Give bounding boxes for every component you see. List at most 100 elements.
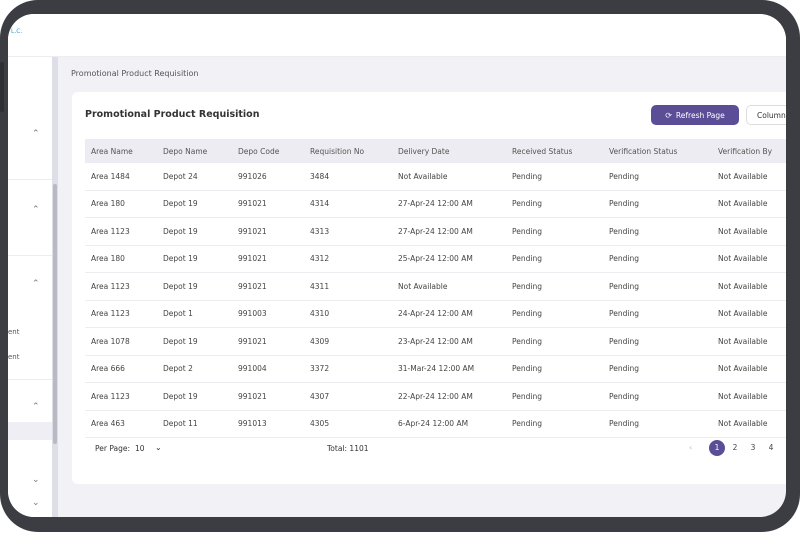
sidebar-divider [8, 255, 54, 256]
table-row[interactable]: Area 180 Depot 19 991021 4312 25-Apr-24 12:0… [85, 245, 786, 273]
chevron-down-icon[interactable]: ⌄ [32, 498, 40, 508]
table-row[interactable]: Area 1078 Depot 19 991021 4309 23-Apr-24 12:… [85, 327, 786, 356]
refresh-page-label: Refresh Page [675, 110, 725, 120]
refresh-page-button[interactable]: ⟳ Refresh Page [651, 105, 739, 125]
requisition-card: Promotional Product Requisition ⟳ Refres… [72, 92, 786, 484]
table-cell: Pending [506, 327, 603, 356]
page-button-4[interactable]: 4 [763, 440, 779, 456]
table-cell: Pending [603, 300, 712, 328]
table-cell: Pending [506, 382, 603, 411]
table-row[interactable]: Area 1123 Depot 1 991003 4310 24-Apr-24 12:0… [85, 300, 786, 328]
chevron-down-icon[interactable]: ⌄ [155, 443, 162, 452]
page-button-1[interactable]: 1 [709, 440, 725, 456]
table-cell: 991021 [232, 327, 304, 356]
screen: L.C. ⌃ ⌃ ⌃ ent ent ⌃ ⌄ ⌄ Promotional Pro… [8, 14, 786, 517]
chevron-up-icon[interactable]: ⌃ [32, 129, 40, 139]
column-header[interactable]: Requisition No [304, 139, 392, 163]
table-cell: 991021 [232, 190, 304, 218]
column-header[interactable]: Depo Name [157, 139, 232, 163]
table-row[interactable]: Area 1123 Depot 19 991021 4307 22-Apr-24 12:… [85, 382, 786, 411]
table-cell: 4314 [304, 190, 392, 218]
chevron-up-icon[interactable]: ⌃ [32, 402, 40, 412]
table-row[interactable]: Area 1123 Depot 19 991021 4311 Not Available… [85, 272, 786, 301]
table-cell: Depot 19 [157, 245, 232, 273]
table-cell: 3372 [304, 355, 392, 383]
table-cell: Area 666 [85, 355, 157, 383]
table-cell: Pending [506, 300, 603, 328]
table-cell: 3484 [304, 163, 392, 191]
per-page-select[interactable]: 10 [135, 444, 145, 453]
table-cell: Pending [603, 410, 712, 438]
table-cell: 991013 [232, 410, 304, 438]
per-page-label: Per Page: [95, 444, 131, 453]
table-cell: 27-Apr-24 12:00 AM [392, 190, 506, 218]
table-cell: Depot 19 [157, 217, 232, 246]
column-header[interactable]: Area Name [85, 139, 157, 163]
table-cell: Area 1123 [85, 272, 157, 301]
column-header[interactable]: Verification Status [603, 139, 712, 163]
column-header[interactable]: Depo Code [232, 139, 304, 163]
table-cell: Area 463 [85, 410, 157, 438]
table-cell: Not Available [712, 190, 786, 218]
table-cell: Pending [603, 327, 712, 356]
table-cell: Depot 11 [157, 410, 232, 438]
chevron-down-icon[interactable]: ⌄ [32, 475, 40, 485]
table-cell: Depot 19 [157, 382, 232, 411]
table-cell: Pending [506, 410, 603, 438]
columns-label: Columns [757, 110, 786, 120]
table-cell: Pending [506, 245, 603, 273]
table-cell: Area 180 [85, 245, 157, 273]
table-cell: Area 1078 [85, 327, 157, 356]
table-cell: Pending [506, 163, 603, 191]
table-cell: Pending [603, 217, 712, 246]
table-cell: Area 1123 [85, 217, 157, 246]
table-cell: Not Available [712, 355, 786, 383]
table-cell: 991021 [232, 382, 304, 411]
requisition-table: Area Name Depo Name Depo Code Requisitio… [85, 139, 786, 438]
table-cell: 22-Apr-24 12:00 AM [392, 382, 506, 411]
sidebar-active-item[interactable] [8, 422, 54, 440]
breadcrumb: Promotional Product Requisition [71, 69, 199, 78]
table-cell: Pending [506, 217, 603, 246]
page-button-2[interactable]: 2 [727, 440, 743, 456]
table-row[interactable]: Area 180 Depot 19 991021 4314 27-Apr-24 12:0… [85, 190, 786, 218]
columns-button[interactable]: Columns [746, 105, 786, 125]
column-header[interactable]: Received Status [506, 139, 603, 163]
table-cell: Pending [603, 190, 712, 218]
table-cell: Pending [506, 190, 603, 218]
table-cell: Area 1123 [85, 300, 157, 328]
table-cell: Area 1484 [85, 163, 157, 191]
column-header[interactable]: Verification By [712, 139, 786, 163]
brand-text[interactable]: L.C. [11, 28, 22, 35]
page-title: Promotional Product Requisition [85, 109, 260, 120]
table-cell: Area 180 [85, 190, 157, 218]
sidebar-item-label[interactable]: ent [8, 328, 20, 336]
table-row[interactable]: Area 463 Depot 11 991013 4305 6-Apr-24 12:00… [85, 410, 786, 438]
column-header[interactable]: Delivery Date [392, 139, 506, 163]
table-cell: 4313 [304, 217, 392, 246]
table-row[interactable]: Area 1123 Depot 19 991021 4313 27-Apr-24 12:… [85, 217, 786, 246]
table-cell: Pending [603, 382, 712, 411]
chevron-up-icon[interactable]: ⌃ [32, 279, 40, 289]
chevron-up-icon[interactable]: ⌃ [32, 205, 40, 215]
tablet-button [55, 0, 100, 5]
sidebar-scroll-thumb[interactable] [53, 184, 57, 444]
table-cell: 4312 [304, 245, 392, 273]
table-cell: Not Available [712, 382, 786, 411]
table-cell: 991026 [232, 163, 304, 191]
previous-page-icon[interactable]: ‹ [689, 443, 692, 452]
sidebar: ⌃ ⌃ ⌃ ent ent ⌃ ⌄ ⌄ [8, 57, 55, 517]
table-cell: 31-Mar-24 12:00 AM [392, 355, 506, 383]
table-cell: Depot 2 [157, 355, 232, 383]
table-cell: Depot 19 [157, 327, 232, 356]
table-row[interactable]: Area 1484 Depot 24 991026 3484 Not Available… [85, 163, 786, 191]
sidebar-divider [8, 179, 54, 180]
sidebar-item-label[interactable]: ent [8, 353, 20, 361]
table-row[interactable]: Area 666 Depot 2 991004 3372 31-Mar-24 12:00… [85, 355, 786, 383]
table-cell: Pending [506, 355, 603, 383]
table-cell: Area 1123 [85, 382, 157, 411]
table-cell: 27-Apr-24 12:00 AM [392, 217, 506, 246]
page-button-3[interactable]: 3 [745, 440, 761, 456]
tablet-button [108, 0, 153, 5]
table-cell: Depot 24 [157, 163, 232, 191]
